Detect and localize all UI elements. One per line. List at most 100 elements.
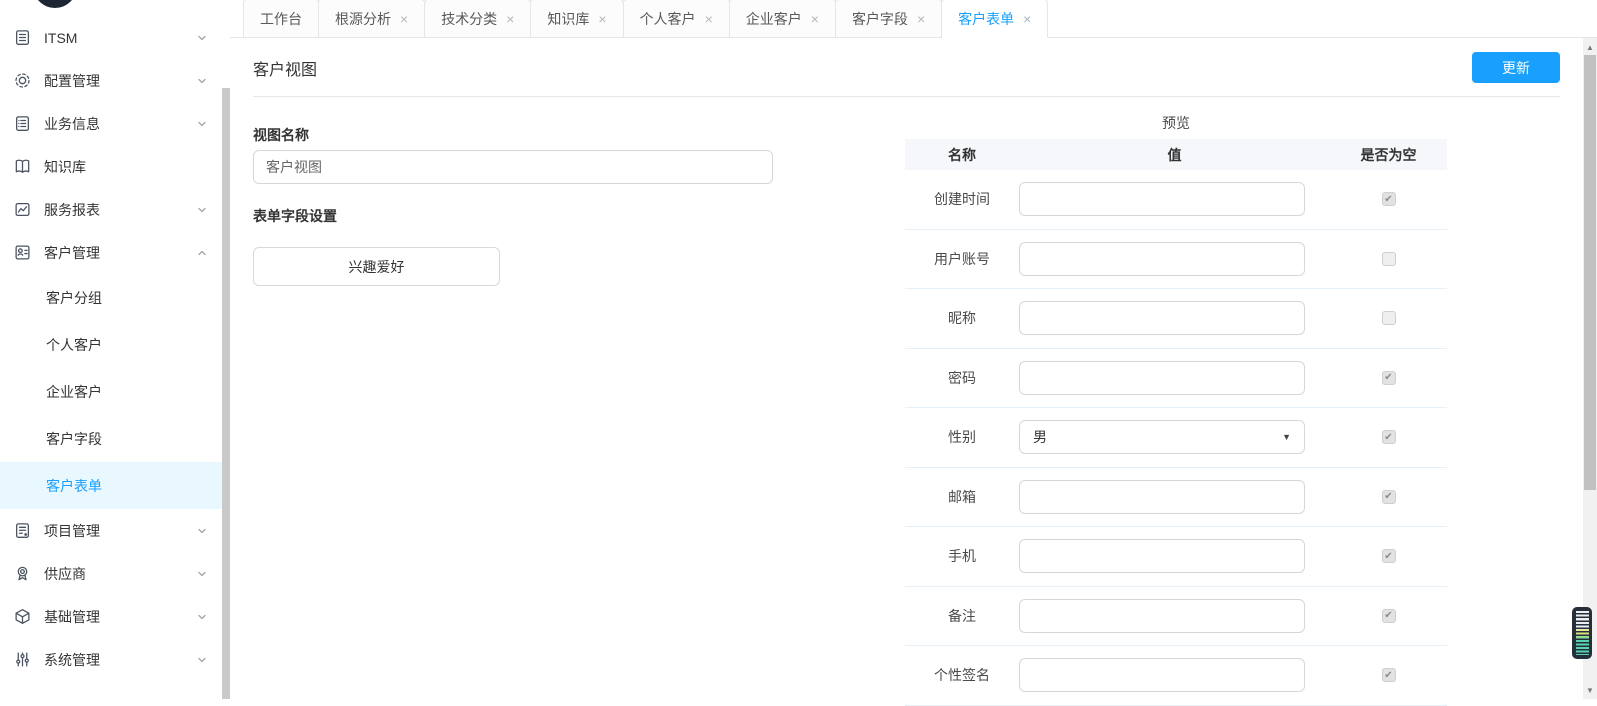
sidebar-item-customer-field[interactable]: 客户字段 xyxy=(0,415,230,462)
sidebar-item-itsm[interactable]: ITSM xyxy=(0,16,230,59)
close-icon[interactable]: × xyxy=(811,12,819,26)
sidebar-item-label: 知识库 xyxy=(44,157,86,177)
nullable-checkbox[interactable]: ✔ xyxy=(1382,430,1396,444)
tab-label: 个人客户 xyxy=(640,9,696,29)
tab-customer-form[interactable]: 客户表单× xyxy=(941,0,1048,38)
nullable-cell: ✔ xyxy=(1330,490,1447,504)
sidebar-item-business-info[interactable]: 业务信息 xyxy=(0,102,230,145)
nullable-checkbox[interactable]: ✔ xyxy=(1382,549,1396,563)
field-card-hobby[interactable]: 兴趣爱好 xyxy=(253,247,500,286)
field-name-label: 邮箱 xyxy=(905,487,1019,507)
scroll-down-icon[interactable]: ▼ xyxy=(1583,683,1597,697)
tab-company-customer[interactable]: 企业客户× xyxy=(729,0,836,37)
preview-input-email[interactable] xyxy=(1019,480,1305,514)
tab-root-analysis[interactable]: 根源分析× xyxy=(318,0,425,37)
idcard-icon xyxy=(14,244,32,262)
table-row-user-account: 用户账号 xyxy=(905,230,1447,290)
sidebar-menu: ITSM 配置管理业务信息知识库服务报表客户管理客户分组个人客户企业客户客户字段客… xyxy=(0,16,230,681)
sidebar-scrollbar[interactable] xyxy=(222,88,230,699)
tab-personal-customer[interactable]: 个人客户 × xyxy=(623,0,730,37)
update-button[interactable]: 更新 xyxy=(1472,52,1560,83)
nullable-cell: ✔ xyxy=(1330,430,1447,444)
sidebar-item-service-report[interactable]: 服务报表 xyxy=(0,188,230,231)
nullable-checkbox[interactable] xyxy=(1382,252,1396,266)
sidebar-item-customer-group[interactable]: 客户分组 xyxy=(0,274,230,321)
preview-input-mobile[interactable] xyxy=(1019,539,1305,573)
table-row-password: 密码✔ xyxy=(905,349,1447,409)
nullable-checkbox[interactable]: ✔ xyxy=(1382,490,1396,504)
preview-input-signature[interactable] xyxy=(1019,658,1305,692)
medal-icon xyxy=(14,565,32,583)
sidebar-item-label: 基础管理 xyxy=(44,607,100,627)
scrollbar-thumb[interactable] xyxy=(1584,55,1596,490)
main-content: 客户视图 更新 视图名称 表单字段设置 兴趣爱好 预览 名称 值 是否为空 创建… xyxy=(230,39,1583,699)
nullable-cell: ✔ xyxy=(1330,371,1447,385)
close-icon[interactable]: × xyxy=(598,12,606,26)
form-fields-label: 表单字段设置 xyxy=(253,206,905,222)
view-name-input[interactable] xyxy=(253,150,773,184)
sidebar-item-label: 客户管理 xyxy=(44,243,100,263)
sidebar-item-customer-mgmt[interactable]: 客户管理 xyxy=(0,231,230,274)
close-icon[interactable]: × xyxy=(917,12,925,26)
sidebar-item-personal-customer[interactable]: 个人客户 xyxy=(0,321,230,368)
tab-customer-field[interactable]: 客户字段× xyxy=(835,0,942,37)
sidebar-item-label: 个人客户 xyxy=(46,335,102,355)
chevron-down-icon xyxy=(196,611,208,623)
scroll-up-icon[interactable]: ▲ xyxy=(1583,40,1597,54)
nullable-cell xyxy=(1330,252,1447,266)
view-name-label: 视图名称 xyxy=(253,125,905,141)
sidebar-item-supplier[interactable]: 供应商 xyxy=(0,552,230,595)
table-row-creation-time: 创建时间✔ xyxy=(905,170,1447,230)
tab-knowledge-base[interactable]: 知识库 × xyxy=(530,0,623,37)
close-icon[interactable]: × xyxy=(506,12,514,26)
sidebar-item-label: ITSM xyxy=(44,30,77,46)
field-name-label: 性别 xyxy=(905,427,1019,447)
nullable-cell: ✔ xyxy=(1330,192,1447,206)
tab-label: 知识库 xyxy=(547,9,589,29)
document-icon xyxy=(14,29,32,47)
level-meter-bars xyxy=(1576,611,1589,655)
sidebar-item-company-customer[interactable]: 企业客户 xyxy=(0,368,230,415)
sidebar-item-label: 配置管理 xyxy=(44,71,100,91)
sidebar-item-knowledge-base[interactable]: 知识库 xyxy=(0,145,230,188)
preview-input-password[interactable] xyxy=(1019,361,1305,395)
level-meter-overlay xyxy=(1572,607,1592,659)
preview-input-nickname[interactable] xyxy=(1019,301,1305,335)
close-icon[interactable]: × xyxy=(705,12,713,26)
sidebar-item-project-mgmt[interactable]: 项目管理 xyxy=(0,509,230,552)
sidebar-item-label: 企业客户 xyxy=(46,382,102,402)
table-row-signature: 个性签名✔ xyxy=(905,646,1447,706)
sidebar-item-label: 项目管理 xyxy=(44,521,100,541)
preview-input-user-account[interactable] xyxy=(1019,242,1305,276)
sidebar: ITSM 配置管理业务信息知识库服务报表客户管理客户分组个人客户企业客户客户字段客… xyxy=(0,0,230,699)
nullable-checkbox[interactable]: ✔ xyxy=(1382,192,1396,206)
close-icon[interactable]: × xyxy=(400,12,408,26)
sidebar-item-base-mgmt[interactable]: 基础管理 xyxy=(0,595,230,638)
chart-icon xyxy=(14,201,32,219)
preview-select-gender[interactable]: 男▼ xyxy=(1019,420,1305,454)
gear-icon xyxy=(14,72,32,90)
window-scrollbar[interactable]: ▲ ▼ xyxy=(1583,38,1597,699)
field-name-label: 手机 xyxy=(905,546,1019,566)
table-row-gender: 性别男▼ ✔ xyxy=(905,408,1447,468)
preview-input-creation-time[interactable] xyxy=(1019,182,1305,216)
nullable-checkbox[interactable]: ✔ xyxy=(1382,609,1396,623)
close-icon[interactable]: × xyxy=(1023,12,1031,26)
preview-input-remark[interactable] xyxy=(1019,599,1305,633)
nullable-checkbox[interactable]: ✔ xyxy=(1382,371,1396,385)
nullable-checkbox[interactable] xyxy=(1382,311,1396,325)
table-row-nickname: 昵称 xyxy=(905,289,1447,349)
tab-tech-category[interactable]: 技术分类× xyxy=(424,0,531,37)
chevron-down-icon xyxy=(196,118,208,130)
tab-workbench[interactable]: 工作台 xyxy=(243,0,319,37)
project-icon xyxy=(14,522,32,540)
field-value-cell xyxy=(1019,361,1330,395)
nullable-checkbox[interactable]: ✔ xyxy=(1382,668,1396,682)
view-form-section: 视图名称 表单字段设置 兴趣爱好 xyxy=(253,97,905,706)
preview-section: 预览 名称 值 是否为空 创建时间✔用户账号昵称密码✔性别男▼✔邮箱✔手机✔备注… xyxy=(905,97,1447,706)
sidebar-item-system-mgmt[interactable]: 系统管理 xyxy=(0,638,230,681)
sidebar-item-config-mgmt[interactable]: 配置管理 xyxy=(0,59,230,102)
field-value-cell xyxy=(1019,599,1330,633)
sidebar-item-customer-form[interactable]: 客户表单 xyxy=(0,462,230,509)
tab-label: 工作台 xyxy=(260,9,302,29)
